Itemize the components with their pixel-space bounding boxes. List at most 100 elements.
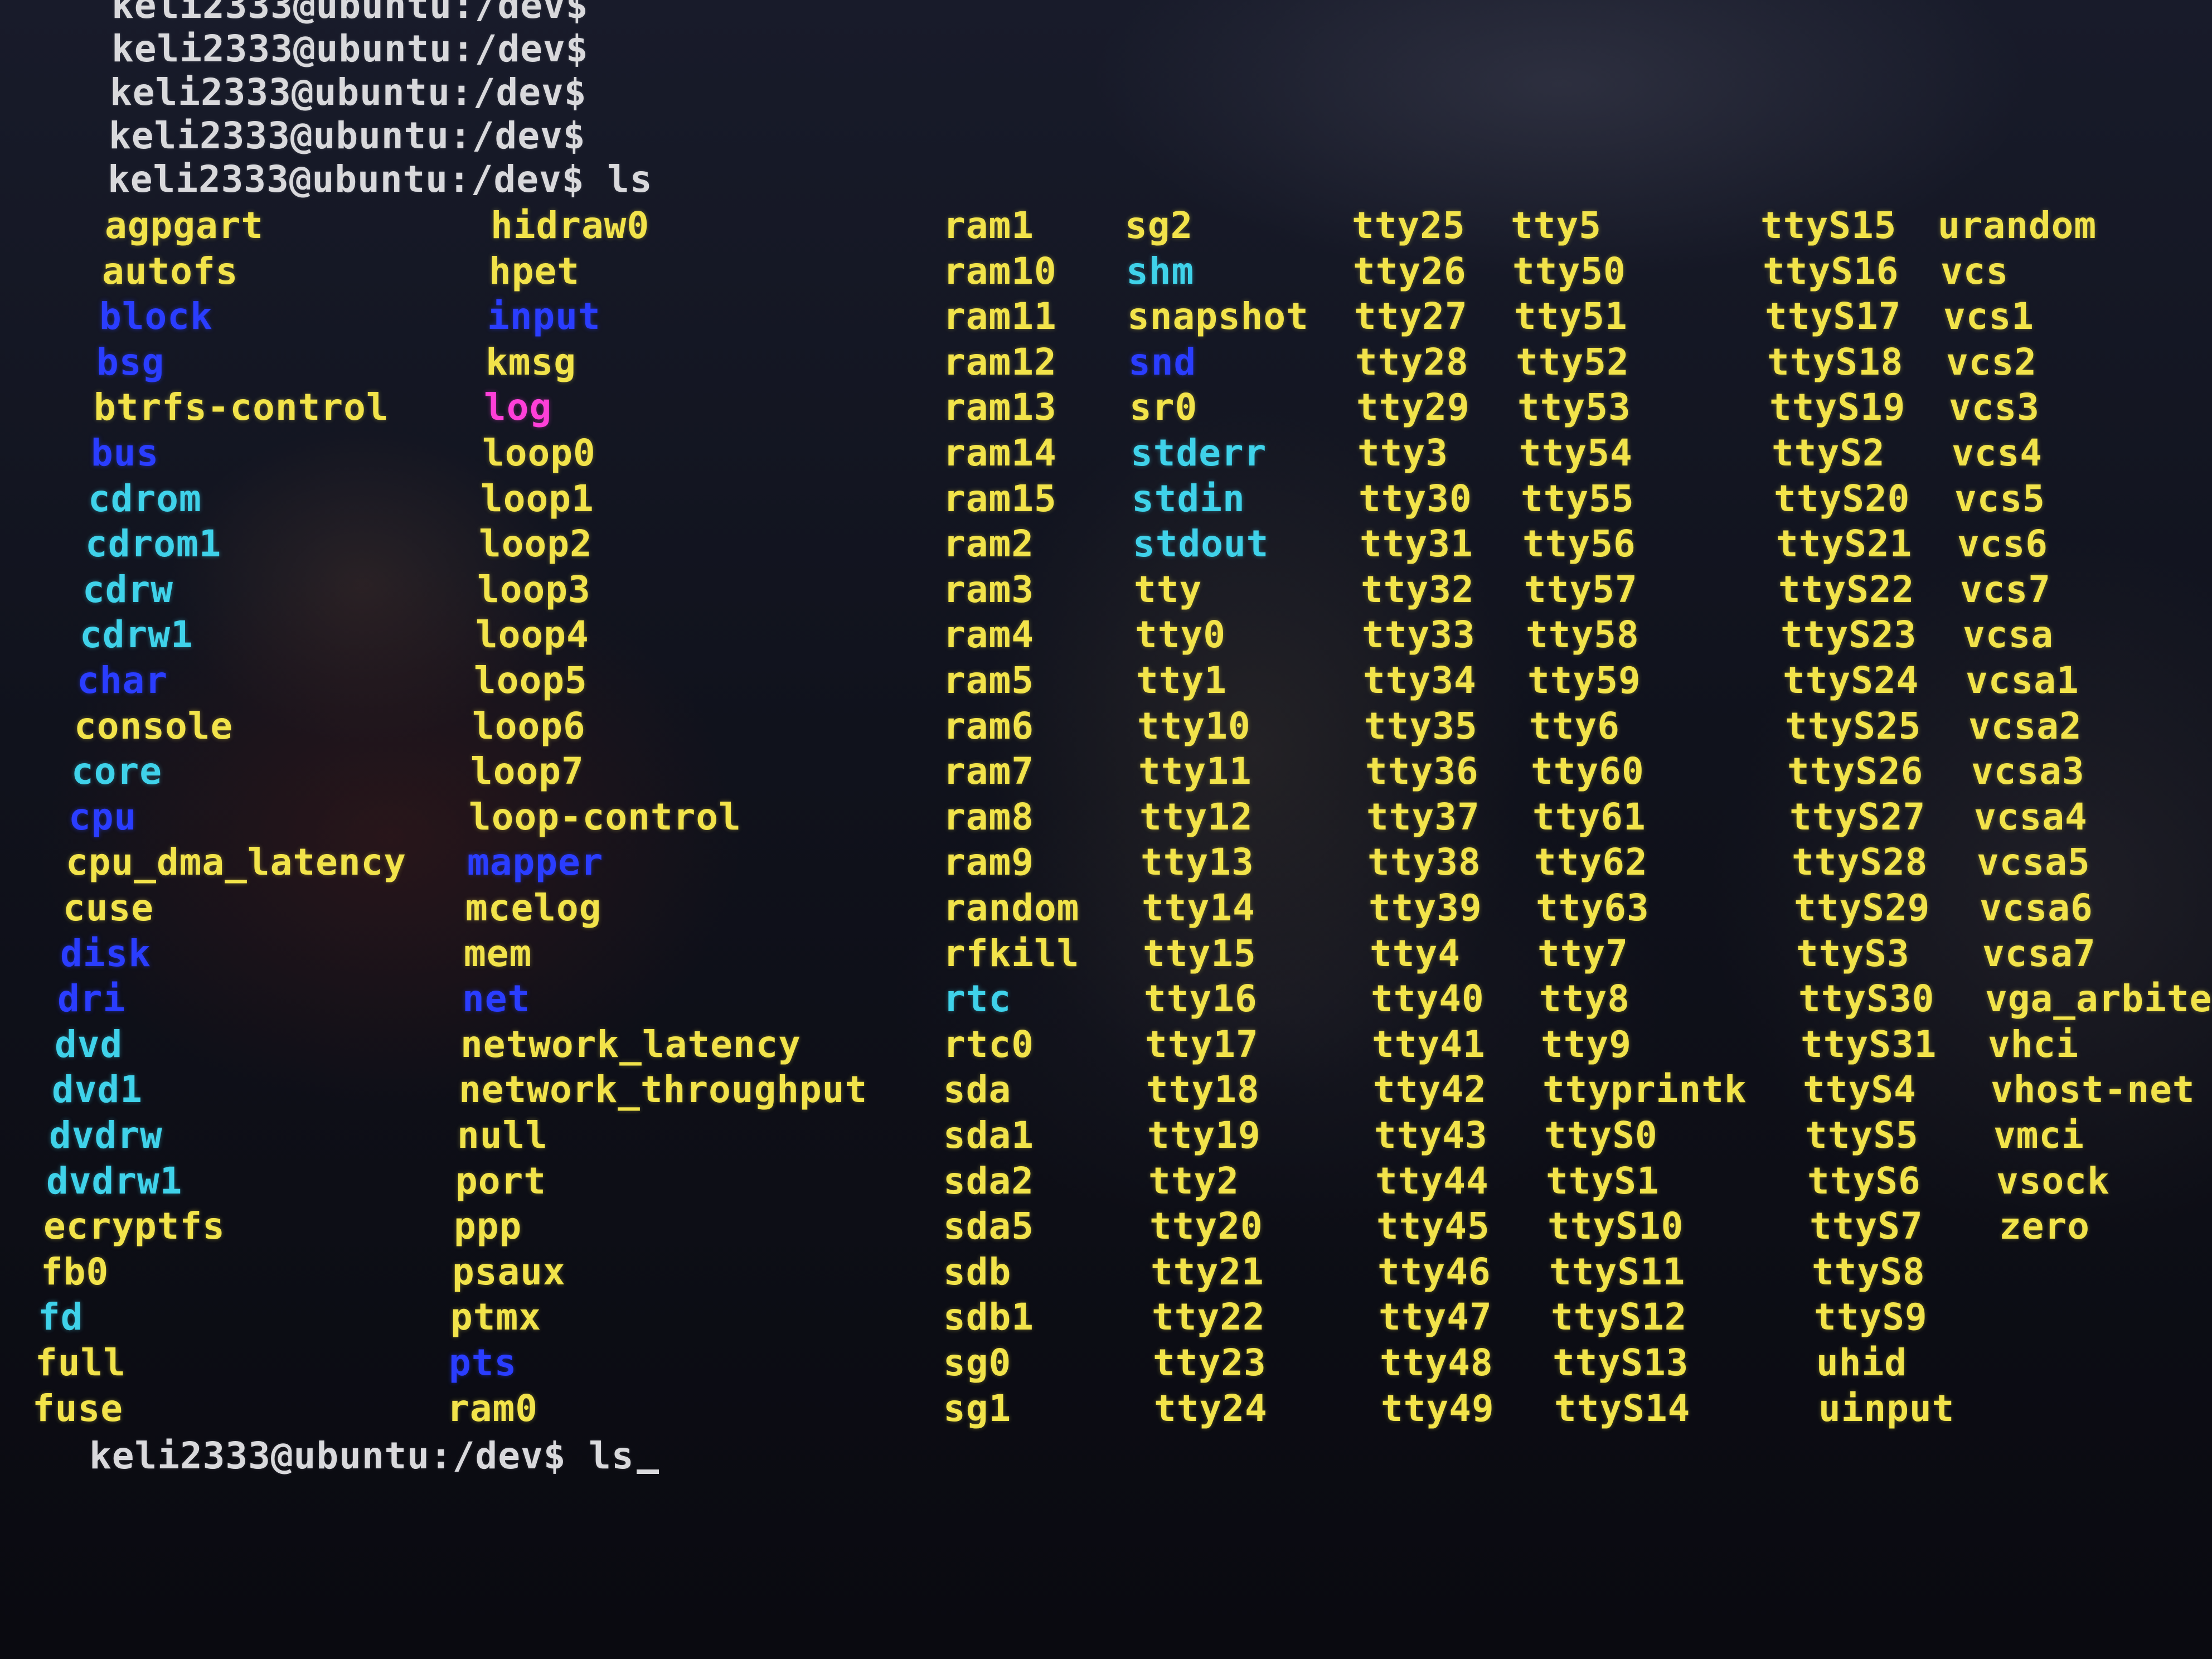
terminal-screen[interactable]: keli2333@ubuntu:/dev$ keli2333@ubuntu:/d…	[0, 0, 2212, 1659]
ls-entry-file: tty3	[1357, 431, 1448, 474]
ls-entry-file: tty45	[1376, 1205, 1490, 1248]
ls-entry-file: mcelog	[465, 886, 602, 929]
ls-entry-file: vcs	[1941, 249, 2009, 293]
ls-entry-file: vcs1	[1943, 295, 2034, 338]
ls-entry-file: sda2	[943, 1159, 1034, 1202]
ls-entry-file: ram5	[943, 659, 1034, 702]
ls-entry-dir: bus	[91, 431, 159, 474]
ls-entry-file: tty2	[1148, 1159, 1239, 1202]
ls-entry-dir: char	[77, 659, 168, 702]
ls-entry-file: tty55	[1521, 477, 1634, 520]
ls-entry-file: ttyS22	[1778, 567, 1915, 611]
ls-entry-file: ttyS31	[1801, 1022, 1937, 1066]
ls-entry-file: ttyS6	[1807, 1159, 1921, 1202]
ls-entry-file: tty25	[1352, 204, 1466, 247]
ls-entry-file: ttyS13	[1553, 1341, 1689, 1384]
ls-entry-dir: input	[487, 295, 601, 338]
ls-entry-link: stdin	[1132, 477, 1245, 520]
ls-entry-file: zero	[1999, 1205, 2090, 1248]
ls-entry-file: tty44	[1375, 1159, 1489, 1202]
ls-entry-file: uinput	[1818, 1386, 1955, 1430]
ls-entry-file: vsock	[1996, 1159, 2110, 1202]
ls-entry-file: vga_arbiter	[1985, 977, 2212, 1021]
ls-entry-file: tty13	[1141, 841, 1254, 884]
ls-entry-file: tty28	[1355, 340, 1469, 384]
ls-entry-file: tty54	[1519, 431, 1633, 474]
ls-entry-file: tty57	[1524, 567, 1638, 611]
ls-entry-file: rfkill	[943, 932, 1080, 975]
ls-entry-dir: cpu	[69, 795, 137, 838]
ls-entry-dir: disk	[60, 932, 151, 975]
ls-entry-link: fd	[38, 1296, 84, 1339]
ls-entry-file: tty6	[1529, 704, 1620, 748]
ls-entry-file: ttyS30	[1798, 977, 1935, 1021]
ls-entry-file: ttyS11	[1549, 1250, 1686, 1293]
ls-entry-file: ttyS12	[1551, 1296, 1687, 1339]
ls-entry-file: hidraw0	[491, 204, 650, 247]
ls-entry-file: tty10	[1137, 704, 1251, 748]
ls-entry-file: tty51	[1514, 295, 1628, 338]
ls-entry-dir: block	[99, 295, 213, 338]
ls-entry-file: ram4	[943, 613, 1034, 657]
ls-entry-file: sda1	[943, 1114, 1034, 1157]
ls-entry-file: ttyS10	[1548, 1205, 1684, 1248]
ls-entry-file: loop3	[477, 567, 591, 611]
ls-entry-file: tty5	[1511, 204, 1602, 247]
ls-entry-file: hpet	[489, 249, 580, 293]
ls-entry-file: vcsa	[1963, 613, 2054, 657]
ls-entry-link: cdrw1	[80, 613, 193, 657]
ls-entry-file: loop4	[476, 613, 589, 657]
ls-entry-link: core	[71, 750, 162, 793]
ls-entry-file: tty22	[1152, 1296, 1265, 1339]
ls-entry-file: ttyS18	[1767, 340, 1904, 384]
ls-entry-dir: bsg	[96, 340, 165, 384]
ls-entry-file: tty41	[1372, 1022, 1486, 1066]
ls-entry-file: tty0	[1135, 613, 1226, 657]
ls-entry-file: tty48	[1380, 1341, 1493, 1384]
ls-entry-file: ram2	[943, 522, 1034, 566]
ls-entry-file: ttyS20	[1774, 477, 1910, 520]
ls-entry-file: tty34	[1363, 659, 1477, 702]
ls-entry-file: ram8	[943, 795, 1034, 838]
ls-entry-file: tty8	[1539, 977, 1630, 1021]
ls-entry-link: cdrw	[83, 567, 173, 611]
prompt-line: keli2333@ubuntu:/dev$	[111, 27, 589, 70]
ls-entry-link: stdout	[1133, 522, 1269, 566]
ls-entry-file: sg0	[943, 1341, 1012, 1384]
ls-entry-file: tty32	[1361, 567, 1474, 611]
ls-entry-file: ttyS15	[1760, 204, 1897, 247]
ls-entry-file: tty29	[1356, 386, 1470, 429]
ls-entry-file: urandom	[1938, 204, 2097, 247]
ls-entry-file: vcs7	[1960, 567, 2051, 611]
ls-entry-file: ttyS9	[1814, 1296, 1928, 1339]
ls-entry-file: sdb	[943, 1250, 1012, 1293]
ls-entry-file: loop2	[479, 522, 593, 566]
ls-entry-file: sg2	[1125, 204, 1194, 247]
ls-entry-file: tty38	[1367, 841, 1481, 884]
ls-entry-file: tty31	[1360, 522, 1473, 566]
ls-entry-file: ttyS21	[1776, 522, 1913, 566]
ls-entry-file: loop1	[481, 477, 594, 520]
ls-entry-link: dvd1	[52, 1068, 143, 1112]
ls-entry-file: vcsa7	[1982, 932, 2096, 975]
ls-entry-file: vhost-net	[1991, 1068, 2195, 1112]
ls-entry-file: tty30	[1359, 477, 1472, 520]
ls-entry-file: agpgart	[105, 204, 264, 247]
ls-entry-file: random	[943, 886, 1080, 929]
ls-entry-file: btrfs-control	[94, 386, 389, 429]
ls-entry-file: vcsa2	[1968, 704, 2082, 748]
ls-entry-file: ram11	[943, 295, 1057, 338]
ls-entry-sock: log	[484, 386, 552, 429]
ls-entry-file: ecryptfs	[43, 1205, 225, 1248]
ls-entry-file: ram14	[943, 431, 1057, 474]
ls-entry-file: vmci	[1993, 1114, 2084, 1157]
ls-entry-file: cpu_dma_latency	[66, 841, 407, 884]
ls-entry-file: loop0	[482, 431, 596, 474]
active-prompt[interactable]: keli2333@ubuntu:/dev$ ls	[89, 1434, 659, 1478]
ls-entry-file: tty59	[1527, 659, 1641, 702]
ls-entry-file: network_latency	[460, 1022, 802, 1066]
ls-entry-file: tty43	[1374, 1114, 1488, 1157]
ls-entry-file: tty42	[1373, 1068, 1487, 1112]
ls-entry-file: tty56	[1522, 522, 1636, 566]
ls-entry-file: vcs4	[1952, 431, 2043, 474]
